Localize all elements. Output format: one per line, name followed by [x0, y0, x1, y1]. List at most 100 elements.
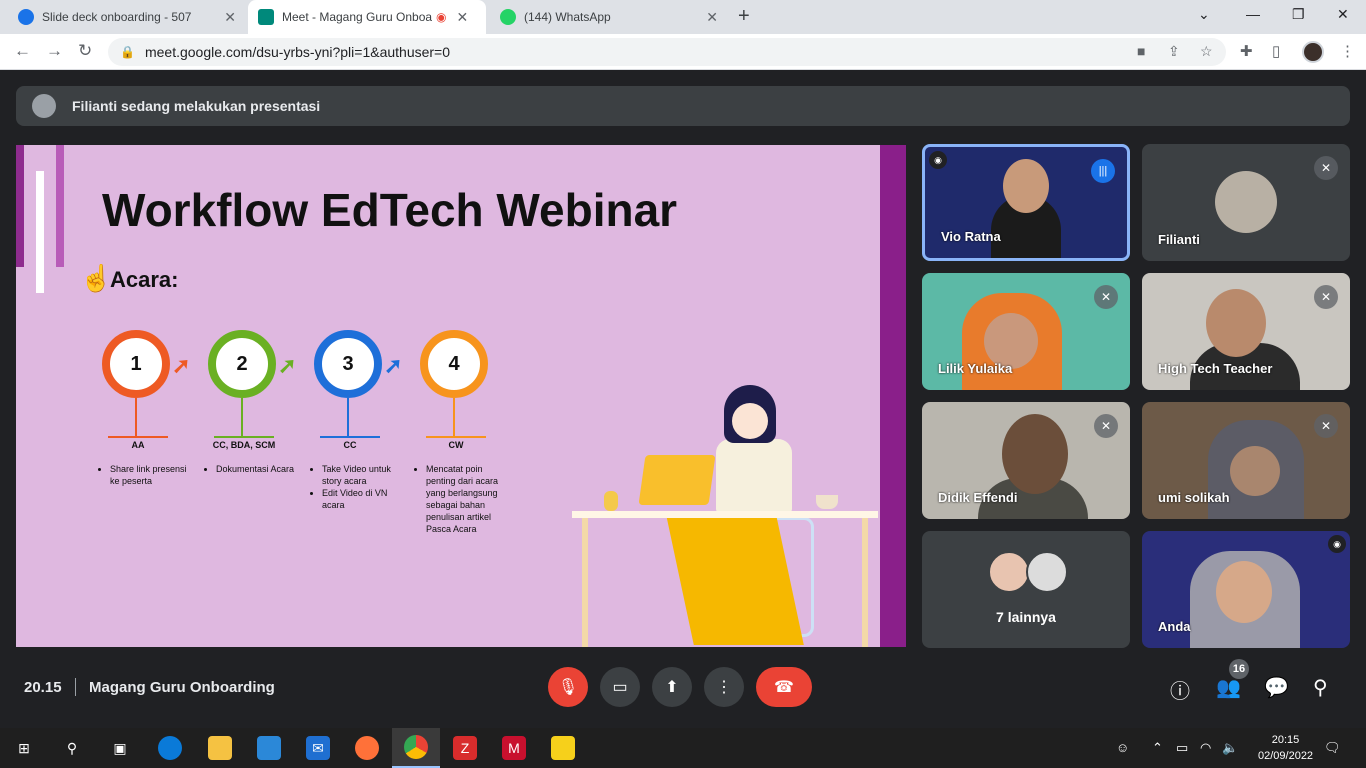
meeting-time: 20.15 [24, 679, 62, 696]
mic-off-icon: ✕ [1314, 156, 1338, 180]
phone-hangup-icon: ☎ [774, 679, 794, 696]
tab-search-icon[interactable]: ⌄ [1198, 6, 1210, 23]
participant-name: Filianti [1158, 232, 1200, 247]
back-icon[interactable]: ← [14, 41, 31, 61]
presenting-text: Filianti sedang melakukan presentasi [72, 98, 321, 114]
pin-icon[interactable]: ◉ [929, 151, 947, 169]
store-icon[interactable] [257, 736, 281, 760]
cake-illustration [816, 495, 838, 509]
side-panel-icon[interactable]: ▯ [1272, 42, 1280, 60]
menu-kebab-icon[interactable]: ⋮ [1340, 42, 1355, 60]
step-4-base [426, 436, 486, 438]
extensions-icon[interactable]: ✚ [1240, 42, 1253, 60]
new-tab-button[interactable]: + [738, 5, 750, 28]
chat-icon[interactable]: 💬 [1264, 675, 1289, 700]
presenting-banner: Filianti sedang melakukan presentasi [16, 86, 1350, 126]
slide-decoration-stripe [56, 145, 64, 267]
step-4-circle: 4 [420, 330, 488, 398]
participant-tile-filianti[interactable]: ✕ Filianti [1142, 144, 1350, 261]
task-view-icon[interactable]: ▣ [108, 736, 132, 760]
restore-icon[interactable]: ❐ [1292, 6, 1305, 23]
participant-tile-vio-ratna[interactable]: ◉ ||| Vio Ratna [922, 144, 1130, 261]
avatar [1026, 551, 1068, 593]
profile-avatar[interactable] [1302, 41, 1324, 63]
step-2-label: CC, BDA, SCM [212, 440, 276, 450]
address-bar[interactable]: 🔒 meet.google.com/dsu-yrbs-yni?pli=1&aut… [108, 38, 1226, 66]
mic-toggle-button[interactable]: 🎙 [548, 667, 588, 707]
reload-icon[interactable]: ↻ [78, 41, 92, 61]
search-icon[interactable]: ⚲ [60, 736, 84, 760]
participant-tile-high-tech-teacher[interactable]: ✕ High Tech Teacher [1142, 273, 1350, 390]
camera-toggle-button[interactable]: ▭ [600, 667, 640, 707]
step-1-desc: Share link presensi ke peserta [100, 463, 190, 487]
lock-icon: 🔒 [120, 45, 135, 59]
close-tab-icon[interactable]: ✕ [224, 9, 236, 26]
mic-off-icon: ✕ [1094, 414, 1118, 438]
clock-date: 02/09/2022 [1258, 750, 1314, 762]
close-tab-icon[interactable]: ✕ [456, 9, 468, 26]
participant-name: High Tech Teacher [1158, 361, 1273, 376]
participant-tile-didik-effendi[interactable]: ✕ Didik Effendi [922, 402, 1130, 519]
close-tab-icon[interactable]: ✕ [706, 9, 718, 26]
step-2-desc: Dokumentasi Acara [206, 463, 296, 475]
notifications-icon[interactable]: 🗨 [1324, 740, 1341, 756]
slide-side-band [880, 145, 906, 647]
system-clock[interactable]: 20:15 02/09/2022 [1258, 732, 1313, 764]
wifi-icon[interactable]: ◠ [1200, 740, 1211, 756]
chrome-favicon-icon [18, 9, 34, 25]
sticky-notes-icon[interactable] [551, 736, 575, 760]
zoom-app-icon[interactable]: Z [453, 736, 477, 760]
bookmark-star-icon[interactable]: ☆ [1200, 43, 1213, 60]
forward-icon[interactable]: → [46, 41, 63, 61]
present-screen-icon: ⬆ [665, 679, 679, 696]
edge-icon[interactable] [158, 736, 182, 760]
close-window-icon[interactable]: ✕ [1337, 6, 1349, 23]
share-icon[interactable]: ⇪ [1168, 43, 1180, 60]
slide-decoration-stripe [16, 145, 24, 267]
tab-whatsapp[interactable]: (144) WhatsApp ✕ [490, 0, 728, 34]
chrome-icon[interactable] [392, 728, 440, 768]
slide-decoration-stripe [36, 171, 44, 293]
speaking-indicator-icon: ||| [1091, 159, 1115, 183]
arrow-icon: ➚ [384, 353, 403, 378]
participant-tile-self[interactable]: ◉ Anda [1142, 531, 1350, 648]
info-icon[interactable]: ⓘ [1170, 675, 1190, 704]
tab-slide-deck[interactable]: Slide deck onboarding - 507.999 ✕ [8, 0, 246, 34]
mic-off-icon: ✕ [1094, 285, 1118, 309]
participant-face [1002, 414, 1068, 494]
browser-tabstrip: Slide deck onboarding - 507.999 ✕ Meet -… [0, 0, 1366, 34]
chevron-up-icon[interactable]: ⌃ [1152, 740, 1163, 756]
mic-off-icon: ✕ [1314, 285, 1338, 309]
step-4-desc: Mencatat poin penting dari acara yang be… [416, 463, 506, 535]
more-options-button[interactable]: ⋮ [704, 667, 744, 707]
activities-icon[interactable]: ⚲ [1313, 675, 1328, 700]
step-1-label: AA [131, 440, 145, 450]
firefox-icon[interactable] [355, 736, 379, 760]
volume-icon[interactable]: 🔈 [1222, 740, 1238, 756]
participant-tile-others[interactable]: 7 lainnya [922, 531, 1130, 648]
kebab-icon: ⋮ [716, 679, 732, 696]
battery-icon[interactable]: ▭ [1176, 740, 1188, 756]
person-face-illustration [732, 403, 768, 439]
file-explorer-icon[interactable] [208, 736, 232, 760]
presenter-avatar [32, 94, 56, 118]
present-button[interactable]: ⬆ [652, 667, 692, 707]
shared-slide: Workflow EdTech Webinar ☝ Acara: 1 AA Sh… [16, 145, 906, 647]
people-tray-icon[interactable]: ☺ [1116, 740, 1129, 755]
participant-tile-lilik-yulaika[interactable]: ✕ Lilik Yulaika [922, 273, 1130, 390]
mail-icon[interactable]: ✉ [306, 736, 330, 760]
end-call-button[interactable]: ☎ [756, 667, 812, 707]
minimize-icon[interactable]: — [1246, 6, 1260, 22]
pin-icon[interactable]: ◉ [1328, 535, 1346, 553]
participant-name: umi solikah [1158, 490, 1230, 505]
windows-start-icon[interactable]: ⊞ [12, 736, 36, 760]
tab-meet[interactable]: Meet - Magang Guru Onboa ◉ ✕ [248, 0, 486, 34]
mendeley-icon[interactable]: M [502, 736, 526, 760]
browser-toolbar: ← → ↻ 🔒 meet.google.com/dsu-yrbs-yni?pli… [0, 34, 1366, 70]
arrow-icon: ➚ [172, 353, 191, 378]
taskbar: ⊞ ⚲ ▣ ✉ Z M ☺ ⌃ ▭ ◠ 🔈 20:15 02/09/2022 🗨 [0, 728, 1366, 768]
camera-icon[interactable]: ■ [1137, 43, 1145, 59]
avatar [1215, 171, 1277, 233]
meeting-name: Magang Guru Onboarding [89, 679, 275, 696]
participant-tile-umi-solikah[interactable]: ✕ umi solikah [1142, 402, 1350, 519]
